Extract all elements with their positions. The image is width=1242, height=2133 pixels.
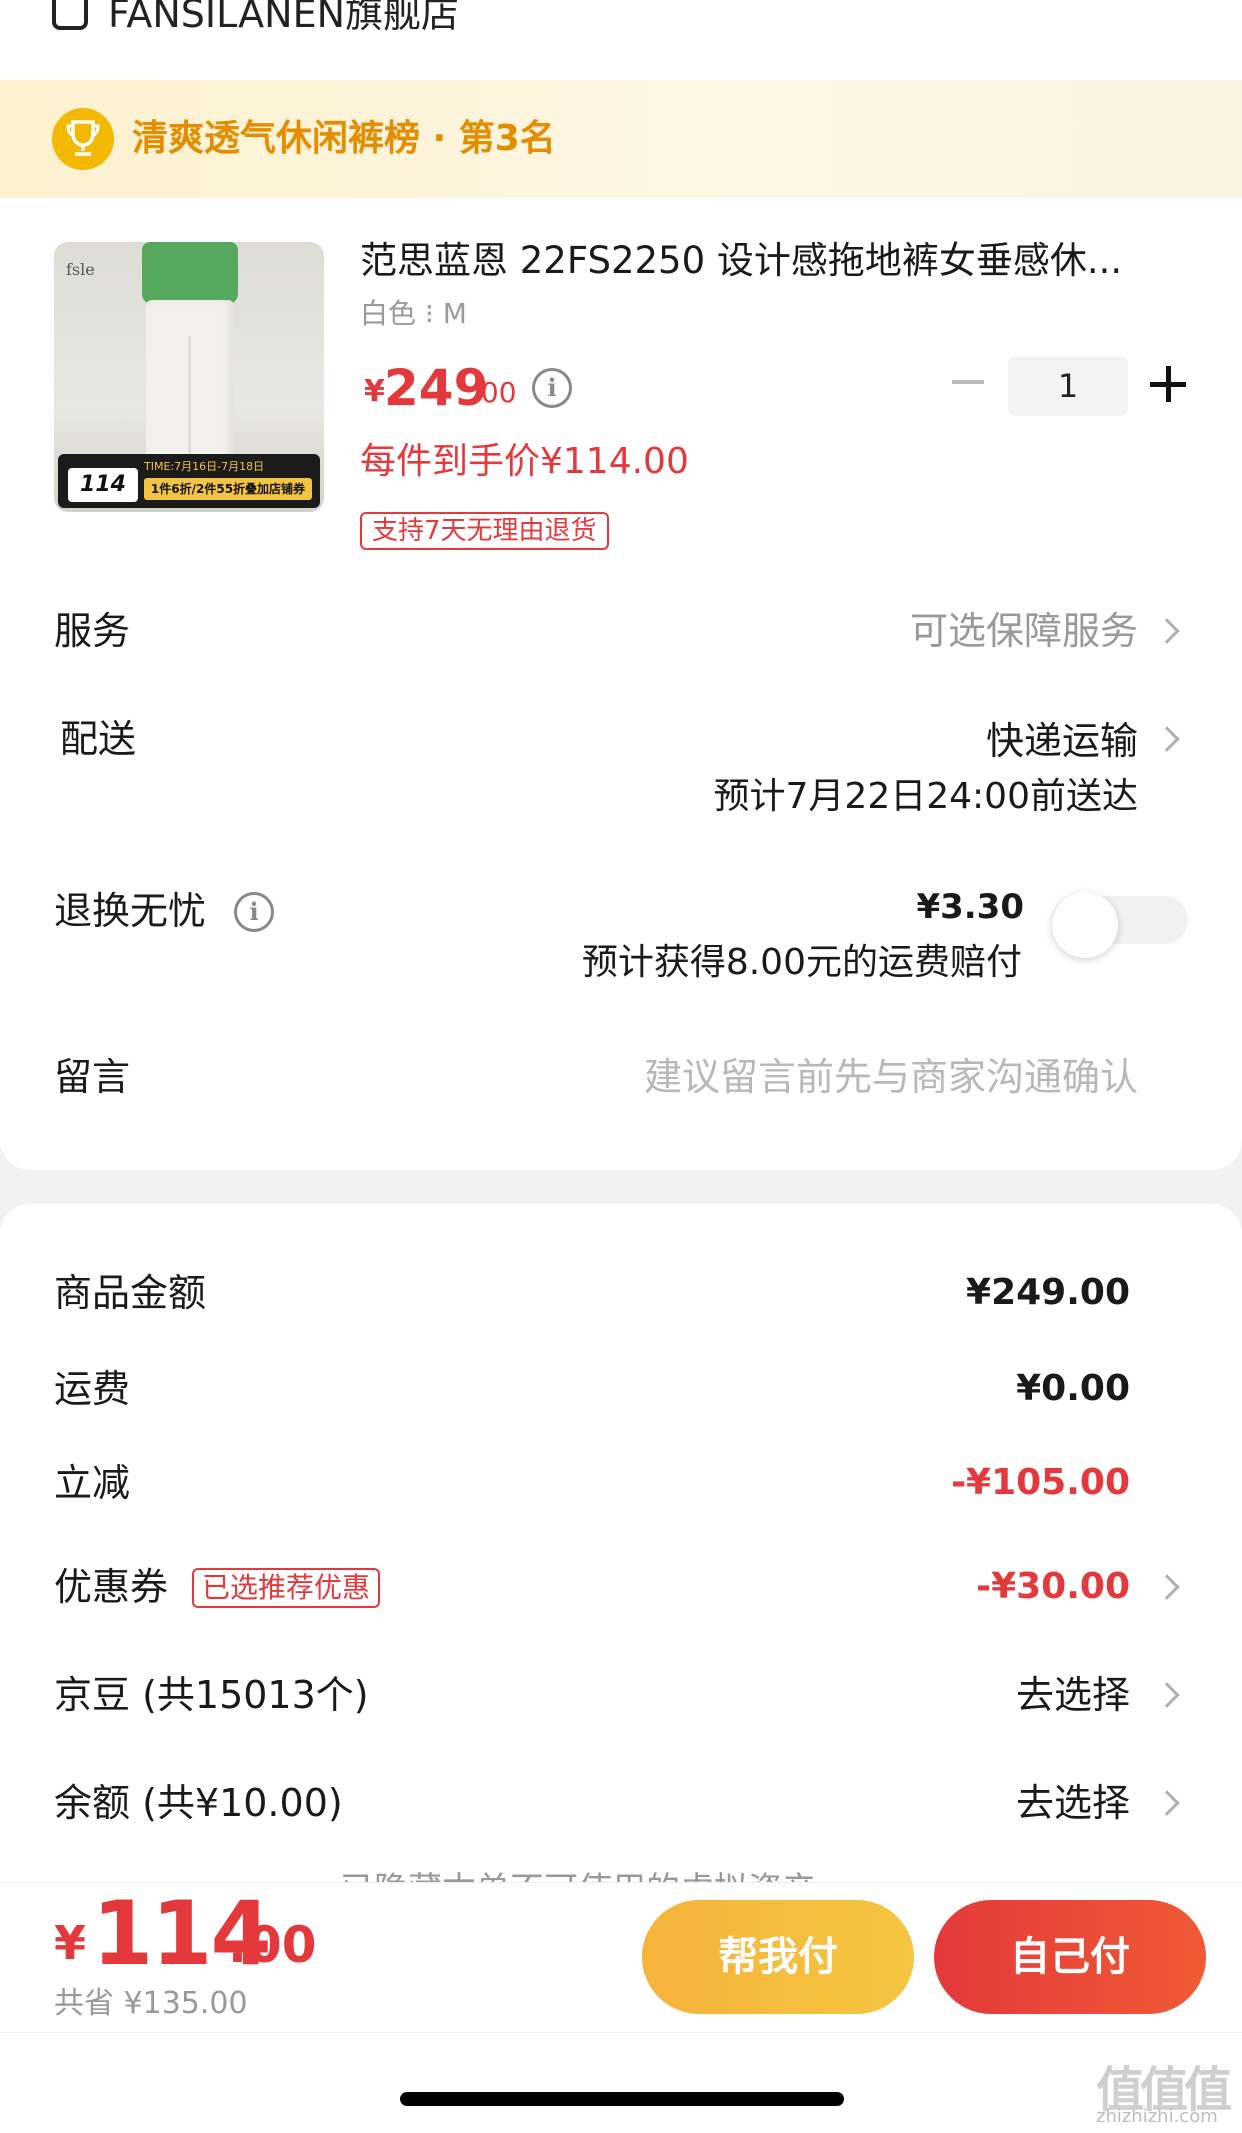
goods-amount-label: 商品金额 bbox=[54, 1271, 207, 1315]
thumbnail-shirt bbox=[142, 242, 238, 304]
price-decimal: .00 bbox=[472, 376, 517, 409]
delivery-value[interactable]: 快递运输 bbox=[986, 716, 1138, 766]
product-thumbnail[interactable]: fsle 114 TIME:7月16日-7月18日 1件6折/2件55折叠加店铺… bbox=[54, 242, 324, 512]
thumbnail-promo-desc: 1件6折/2件55折叠加店铺券 bbox=[144, 478, 312, 500]
quantity-increase-button[interactable] bbox=[1150, 366, 1186, 402]
coupon-label: 优惠券 bbox=[54, 1565, 169, 1609]
message-input[interactable]: 建议留言前先与商家沟通确认 bbox=[644, 1052, 1138, 1102]
store-name[interactable]: FANSILANEN旗舰店 bbox=[108, 0, 459, 36]
return-insurance-toggle-knob[interactable] bbox=[1052, 892, 1118, 958]
product-title[interactable]: 范思蓝恩 22FS2250 设计感拖地裤女垂感休... bbox=[360, 236, 1180, 286]
self-pay-button[interactable]: 自己付 bbox=[934, 1900, 1206, 2014]
service-value[interactable]: 可选保障服务 bbox=[910, 606, 1138, 656]
trophy-icon bbox=[52, 108, 114, 170]
ranking-text: 清爽透气休闲裤榜 · 第3名 bbox=[132, 118, 556, 159]
thumbnail-pants bbox=[146, 300, 234, 468]
message-label: 留言 bbox=[54, 1055, 131, 1099]
shipping-label: 运费 bbox=[54, 1367, 131, 1411]
return-insurance-note: 预计获得8.00元的运费赔付 bbox=[581, 942, 1022, 983]
total-decimal: .00 bbox=[228, 1916, 317, 1974]
total-saved: 共省 ¥135.00 bbox=[54, 1986, 248, 2021]
jingdou-label: 京豆 (共15013个) bbox=[54, 1673, 369, 1717]
delivery-estimate: 预计7月22日24:00前送达 bbox=[713, 776, 1138, 817]
return-policy-tag: 支持7天无理由退货 bbox=[360, 512, 609, 550]
discount-label: 立减 bbox=[54, 1461, 131, 1505]
coupon-value[interactable]: -¥30.00 bbox=[976, 1562, 1130, 1612]
unit-price: 每件到手价¥114.00 bbox=[360, 441, 689, 482]
total-symbol: ¥ bbox=[54, 1916, 87, 1970]
coupon-tag: 已选推荐优惠 bbox=[192, 1568, 381, 1608]
thumbnail-promo-time: TIME:7月16日-7月18日 bbox=[144, 460, 265, 473]
price-info-icon[interactable]: i bbox=[532, 368, 572, 408]
return-insurance-label: 退换无忧 bbox=[54, 889, 207, 933]
product-spec[interactable]: 白色 ⁝ M bbox=[360, 292, 467, 332]
home-indicator[interactable] bbox=[400, 2092, 844, 2106]
quantity-input[interactable]: 1 bbox=[1008, 356, 1128, 416]
jingdou-select[interactable]: 去选择 bbox=[1016, 1670, 1130, 1720]
quantity-decrease-button[interactable] bbox=[952, 380, 984, 384]
delivery-label: 配送 bbox=[60, 717, 137, 761]
thumbnail-promo-banner: 114 TIME:7月16日-7月18日 1件6折/2件55折叠加店铺券 bbox=[58, 454, 320, 508]
store-icon bbox=[52, 0, 88, 30]
return-insurance-info-icon[interactable]: i bbox=[234, 892, 274, 932]
goods-amount-value: ¥249.00 bbox=[966, 1272, 1130, 1313]
return-insurance-price: ¥3.30 bbox=[916, 887, 1024, 927]
help-pay-button[interactable]: 帮我付 bbox=[642, 1900, 914, 2014]
watermark-url: zhizhizhi.com bbox=[1096, 2106, 1218, 2127]
thumbnail-promo-price: 114 bbox=[68, 468, 138, 502]
service-label: 服务 bbox=[54, 609, 131, 653]
home-indicator-area bbox=[0, 2032, 1242, 2133]
balance-select[interactable]: 去选择 bbox=[1016, 1778, 1130, 1828]
price-symbol: ¥ bbox=[364, 374, 385, 409]
shipping-value: ¥0.00 bbox=[1016, 1368, 1130, 1409]
discount-value: -¥105.00 bbox=[951, 1462, 1130, 1503]
thumbnail-brand: fsle bbox=[66, 260, 95, 279]
balance-label: 余额 (共¥10.00) bbox=[54, 1781, 343, 1825]
